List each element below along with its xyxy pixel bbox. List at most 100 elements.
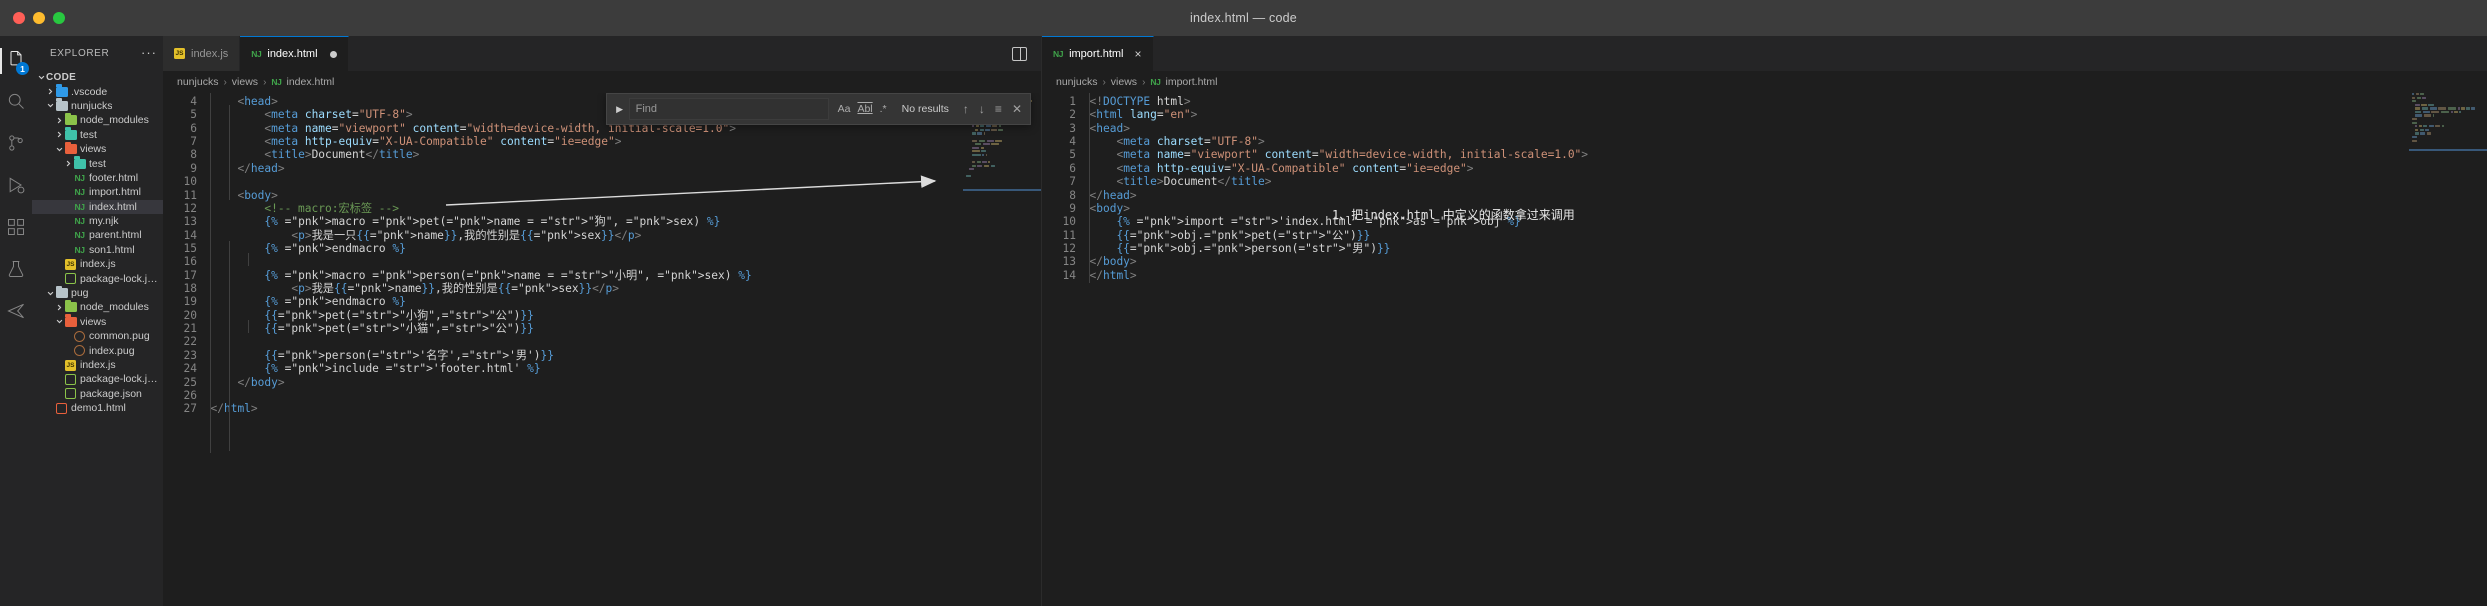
minimap-token <box>2447 107 2457 110</box>
activity-test-explorer[interactable] <box>0 250 32 292</box>
tree-item-package-lock-j-[interactable]: package-lock.j… <box>32 271 163 285</box>
chevron-down-icon[interactable] <box>37 74 46 81</box>
find-input[interactable]: Find <box>628 98 829 120</box>
minimap-line <box>963 139 1041 142</box>
breadcrumb-segment-folder[interactable]: nunjucks <box>1056 76 1097 88</box>
unsaved-indicator[interactable] <box>329 50 337 58</box>
tree-item-my-njk[interactable]: NJ my.njk <box>32 214 163 228</box>
minimap-line <box>2409 132 2487 135</box>
use-regex-button[interactable]: .* <box>880 103 887 115</box>
tab-import-html[interactable]: NJ import.html × <box>1042 36 1154 71</box>
minimap-line <box>963 172 1041 174</box>
tree-item-code[interactable]: CODE <box>32 70 163 84</box>
chevron-down-icon[interactable] <box>55 318 64 325</box>
remote-icon <box>6 301 26 326</box>
minimap-slider[interactable] <box>2409 149 2487 151</box>
breadcrumb-segment-subfolder[interactable]: views <box>1111 76 1137 88</box>
chevron-down-icon[interactable] <box>46 102 55 109</box>
tree-item-parent-html[interactable]: NJ parent.html <box>32 228 163 242</box>
chevron-right-icon[interactable] <box>64 160 73 167</box>
tree-item-views[interactable]: views <box>32 314 163 329</box>
breadcrumb-segment-subfolder[interactable]: views <box>232 76 258 88</box>
activity-run-and-debug[interactable] <box>0 166 32 208</box>
code-area-right[interactable]: 1 <!DOCTYPE html> 2 <html lang="en"> 3 <… <box>1042 93 2487 606</box>
tab-bar-left: JS index.js NJ index.html <box>163 36 1041 71</box>
chevron-down-icon[interactable] <box>46 290 55 297</box>
match-whole-word-button[interactable]: Abl <box>857 103 872 115</box>
activity-explorer[interactable]: 1 <box>0 40 32 82</box>
close-tab-icon[interactable]: × <box>1134 48 1141 60</box>
tree-item-index-html[interactable]: NJ index.html <box>32 199 163 214</box>
minimize-window-button[interactable] <box>33 12 45 24</box>
minimap-slider[interactable] <box>963 189 1041 191</box>
minimap-token <box>982 160 987 164</box>
maximize-window-button[interactable] <box>53 12 65 24</box>
breadcrumb-segment-file[interactable]: index.html <box>286 76 334 88</box>
tree-item-node-modules[interactable]: node_modules <box>32 299 163 314</box>
chevron-right-icon[interactable] <box>55 117 64 124</box>
tree-item-demo1-html[interactable]: demo1.html <box>32 401 163 415</box>
tree-item-test[interactable]: test <box>32 127 163 142</box>
find-in-selection-icon[interactable]: ≡ <box>995 102 1002 116</box>
code-lines-left[interactable]: 4 <head> 5 <meta charset="UTF-8"> 6 <met… <box>163 93 1041 606</box>
tree-item-footer-html[interactable]: NJ footer.html <box>32 171 163 185</box>
tab-index-js[interactable]: JS index.js <box>163 36 241 71</box>
minimap-token <box>980 146 984 149</box>
tree-item-nunjucks[interactable]: nunjucks <box>32 98 163 113</box>
activity-extensions[interactable] <box>0 208 32 250</box>
js-icon: JS <box>65 359 76 371</box>
minimap-token <box>972 146 980 149</box>
breadcrumb-segment-folder[interactable]: nunjucks <box>177 76 218 88</box>
tree-item-son1-html[interactable]: NJ son1.html <box>32 243 163 257</box>
tree-item-label: package-lock.j… <box>80 373 158 386</box>
activity-remote-explorer[interactable] <box>0 292 32 334</box>
breadcrumb-segment-file[interactable]: import.html <box>1165 76 1217 88</box>
activity-source-control[interactable] <box>0 124 32 166</box>
tree-item-pug[interactable]: pug <box>32 285 163 300</box>
next-match-icon[interactable]: ↓ <box>979 102 985 116</box>
tree-item-import-html[interactable]: NJ import.html <box>32 185 163 199</box>
minimap-line <box>2409 96 2487 99</box>
tab-label: import.html <box>1069 48 1124 60</box>
close-find-icon[interactable]: ✕ <box>1012 102 1022 116</box>
tree-item-node-modules[interactable]: node_modules <box>32 112 163 127</box>
minimap-line <box>2409 103 2487 106</box>
tab-index-html[interactable]: NJ index.html <box>240 36 349 71</box>
match-case-button[interactable]: Aa <box>838 103 851 115</box>
html-icon <box>56 402 67 414</box>
tree-item-package-lock-j-[interactable]: package-lock.j… <box>32 372 163 386</box>
minimap-token <box>985 153 987 157</box>
minimap-left[interactable] <box>963 93 1041 606</box>
tree-item-views[interactable]: views <box>32 141 163 156</box>
tree-item-label: nunjucks <box>71 99 113 112</box>
tree-item-test[interactable]: test <box>32 156 163 170</box>
chevron-down-icon[interactable] <box>55 146 64 153</box>
chevron-right-icon[interactable] <box>46 88 55 95</box>
tree-item-index-js[interactable]: JS index.js <box>32 358 163 372</box>
tab-label: index.html <box>267 48 318 60</box>
tree-item-common-pug[interactable]: common.pug <box>32 329 163 343</box>
tree-item--vscode[interactable]: .vscode <box>32 84 163 98</box>
find-widget[interactable]: ▶ Find Aa Abl .* No results ↑ ↓ ≡ ✕ <box>605 93 1031 125</box>
close-window-button[interactable] <box>13 12 25 24</box>
activity-search[interactable] <box>0 82 32 124</box>
minimap-token <box>980 125 985 128</box>
minimap-token <box>990 164 996 167</box>
tree-item-index-js[interactable]: JS index.js <box>32 257 163 271</box>
chevron-right-icon[interactable] <box>55 304 64 311</box>
code-area-left[interactable]: 4 <head> 5 <meta charset="UTF-8"> 6 <met… <box>163 93 1041 606</box>
tree-item-package-json[interactable]: package.json <box>32 387 163 401</box>
toggle-replace-chevron-icon[interactable]: ▶ <box>611 104 629 115</box>
split-editor-icon[interactable] <box>1012 46 1027 61</box>
chevron-right-icon[interactable] <box>55 131 64 138</box>
tree-item-label: index.html <box>89 200 137 213</box>
indent-guide <box>248 253 249 266</box>
extensions-icon <box>6 217 26 242</box>
window-controls[interactable] <box>0 12 65 24</box>
minimap-right[interactable] <box>2409 93 2487 606</box>
previous-match-icon[interactable]: ↑ <box>963 102 969 116</box>
file-tree[interactable]: CODE .vscode nunjucks node_modules test views… <box>32 70 163 606</box>
explorer-more-actions-button[interactable]: ··· <box>141 46 157 59</box>
tree-item-index-pug[interactable]: index.pug <box>32 343 163 357</box>
code-lines-right[interactable]: 1 <!DOCTYPE html> 2 <html lang="en"> 3 <… <box>1042 93 2487 606</box>
